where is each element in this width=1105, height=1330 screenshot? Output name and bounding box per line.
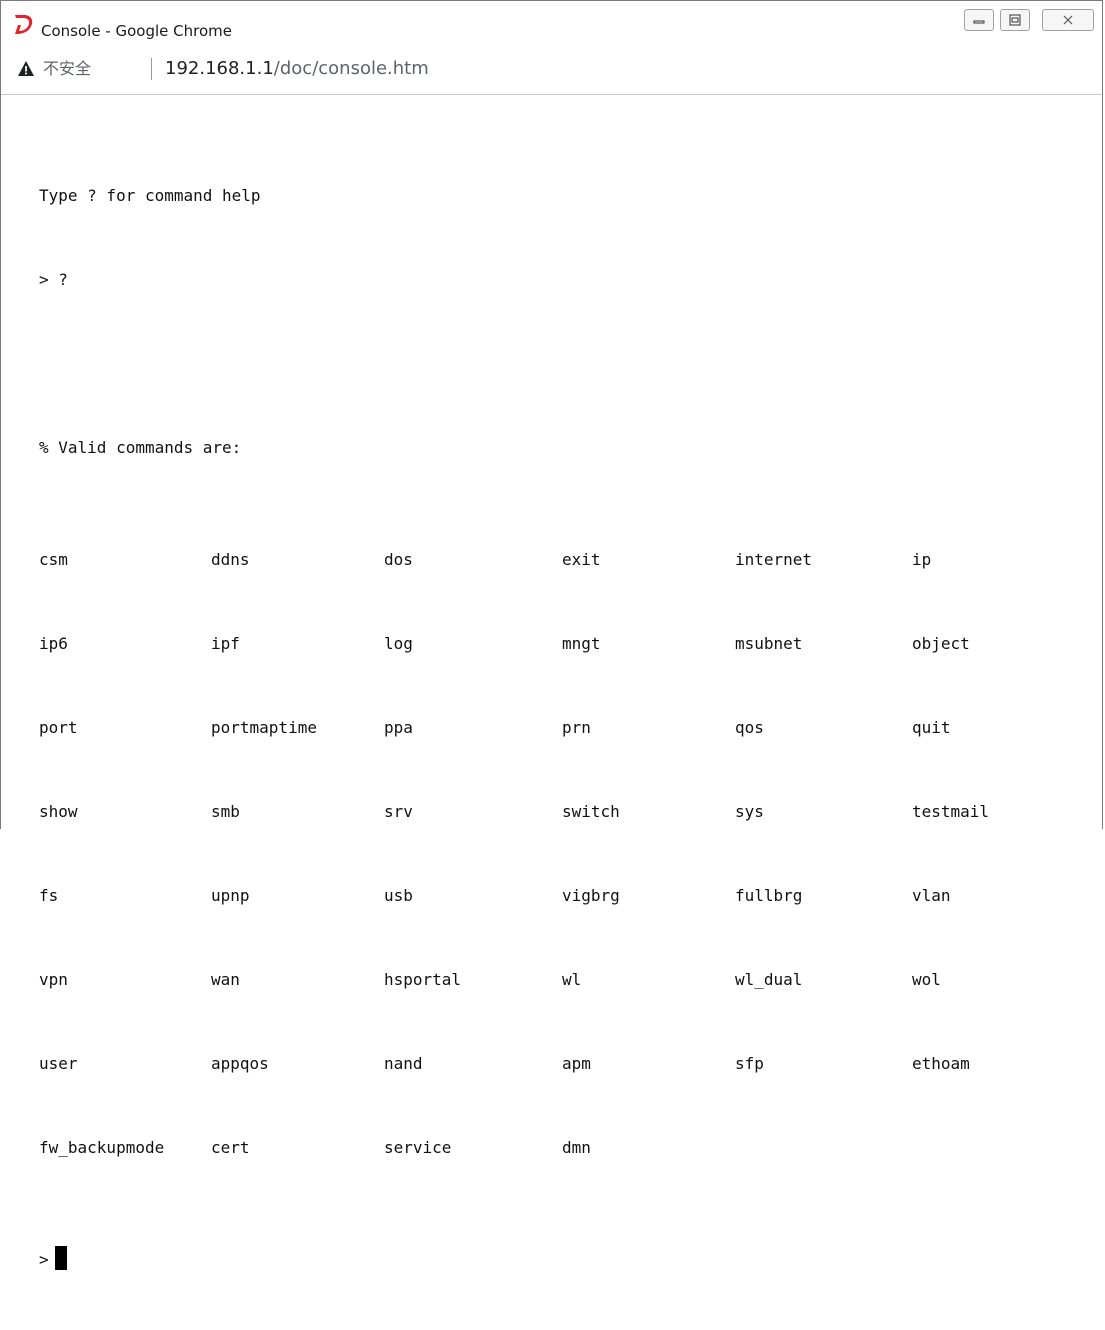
command-item: wol <box>912 970 941 989</box>
command-item: vigbrg <box>562 886 620 905</box>
window-title: Console - Google Chrome <box>41 22 232 40</box>
command-item: exit <box>562 550 601 569</box>
command-item: prn <box>562 718 591 737</box>
address-bar[interactable]: 不安全 192.168.1.1/doc/console.htm <box>1 45 1102 95</box>
command-item: port <box>39 718 78 737</box>
browser-window: Console - Google Chrome 不安全 192.168.1.1/… <box>0 0 1103 1270</box>
command-item: sfp <box>735 1054 764 1073</box>
command-item: dmn <box>562 1138 591 1157</box>
command-row: show smb srv switch sys testmail <box>39 798 1099 826</box>
close-icon <box>1063 15 1073 25</box>
command-item: quit <box>912 718 951 737</box>
command-item: fw_backupmode <box>39 1138 165 1157</box>
command-item: mngt <box>562 634 601 653</box>
console-input-line[interactable]: > <box>39 1246 1099 1274</box>
command-item: vlan <box>912 886 951 905</box>
console-intro-line: Type ? for command help <box>39 186 261 205</box>
minimize-icon <box>973 20 985 24</box>
command-item: portmaptime <box>211 718 317 737</box>
command-row: ip6 ipf log mngt msubnet object <box>39 630 1099 658</box>
command-row: user appqos nand apm sfp ethoam <box>39 1050 1099 1078</box>
warning-icon <box>18 61 34 76</box>
security-status-label[interactable]: 不安全 <box>43 58 91 80</box>
command-row: csm ddns dos exit internet ip <box>39 546 1099 574</box>
command-item: testmail <box>912 802 990 821</box>
command-item: switch <box>562 802 620 821</box>
app-logo-icon <box>15 15 33 34</box>
console-prompt: > <box>39 1250 49 1269</box>
command-item: wan <box>211 970 240 989</box>
command-item: user <box>39 1054 78 1073</box>
command-item: cert <box>211 1138 250 1157</box>
command-item: ethoam <box>912 1054 970 1073</box>
command-item: usb <box>384 886 413 905</box>
command-item: hsportal <box>384 970 462 989</box>
address-separator <box>151 58 152 80</box>
command-item: csm <box>39 550 68 569</box>
text-cursor <box>54 1246 67 1270</box>
command-item: msubnet <box>735 634 803 653</box>
command-item: fs <box>39 886 59 905</box>
command-item: apm <box>562 1054 591 1073</box>
command-row: vpn wan hsportal wl wl_dual wol <box>39 966 1099 994</box>
window-controls <box>964 9 1094 31</box>
command-item: appqos <box>211 1054 269 1073</box>
console-prompt-line: > ? <box>39 270 68 289</box>
command-item: dos <box>384 550 413 569</box>
command-item: qos <box>735 718 764 737</box>
command-item: wl_dual <box>735 970 803 989</box>
command-item: object <box>912 634 970 653</box>
command-item: srv <box>384 802 413 821</box>
url-text[interactable]: 192.168.1.1/doc/console.htm <box>165 57 429 81</box>
console-output[interactable]: Type ? for command help > ? % Valid comm… <box>39 126 1099 1330</box>
command-item: ddns <box>211 550 250 569</box>
command-item: ip6 <box>39 634 68 653</box>
command-item: log <box>384 634 413 653</box>
command-item: smb <box>211 802 240 821</box>
maximize-icon <box>1009 14 1021 26</box>
maximize-button[interactable] <box>1000 9 1030 31</box>
console-header-line: % Valid commands are: <box>39 438 242 457</box>
command-item: fullbrg <box>735 886 803 905</box>
command-item: nand <box>384 1054 423 1073</box>
command-item: service <box>384 1138 452 1157</box>
title-bar: Console - Google Chrome <box>1 0 1102 45</box>
close-button[interactable] <box>1042 9 1094 31</box>
command-item: internet <box>735 550 813 569</box>
command-item: ppa <box>384 718 413 737</box>
command-item: upnp <box>211 886 250 905</box>
minimize-button[interactable] <box>964 9 994 31</box>
command-row: port portmaptime ppa prn qos quit <box>39 714 1099 742</box>
command-item: sys <box>735 802 764 821</box>
command-item: ipf <box>211 634 240 653</box>
command-item: ip <box>912 550 932 569</box>
command-item: wl <box>562 970 582 989</box>
command-row: fs upnp usb vigbrg fullbrg vlan <box>39 882 1099 910</box>
command-item: show <box>39 802 78 821</box>
command-item: vpn <box>39 970 68 989</box>
command-row: fw_backupmode cert service dmn <box>39 1134 1099 1162</box>
url-host: 192.168.1.1 <box>165 58 274 79</box>
url-path: /doc/console.htm <box>273 58 429 79</box>
